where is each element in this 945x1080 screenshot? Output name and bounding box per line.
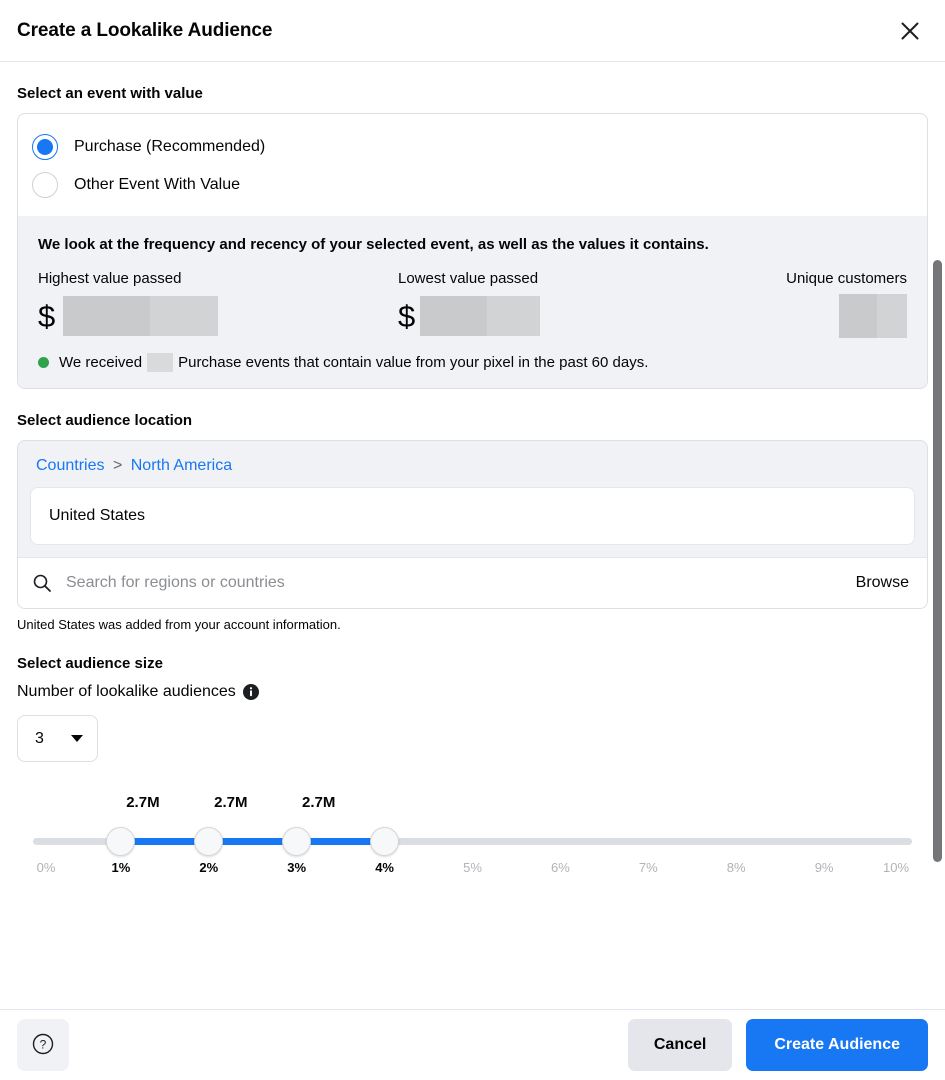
scrollbar-track[interactable] — [933, 62, 943, 1009]
scrollbar-thumb[interactable] — [933, 260, 942, 862]
question-mark-icon: ? — [31, 1032, 55, 1059]
stat-value-unique — [839, 294, 907, 338]
stats-status-note: We received Purchase events that contain… — [38, 353, 907, 372]
slider-handle-4[interactable] — [370, 827, 400, 856]
slider-tick-5pct: 5% — [463, 860, 482, 875]
currency-symbol-highest: $ — [38, 298, 56, 334]
audience-count-value: 3 — [35, 729, 44, 747]
location-section-title: Select audience location — [17, 412, 193, 429]
slider-tick-labels: 0% 1% 2% 3% 4% 5% 6% 7% 8% 9% 10% — [17, 860, 928, 882]
stat-lowest-value: Lowest value passed $ — [398, 270, 737, 337]
radio-option-other-event[interactable]: Other Event With Value — [18, 166, 927, 204]
close-icon — [899, 20, 921, 42]
cancel-button[interactable]: Cancel — [627, 1019, 733, 1071]
slider-bubble-3: 2.7M — [302, 794, 336, 811]
slider-tick-0pct: 0% — [36, 860, 56, 875]
slider-handle-2[interactable] — [194, 827, 224, 856]
redacted-value-unique — [839, 294, 907, 338]
svg-text:?: ? — [40, 1037, 47, 1051]
footer-actions: Cancel Create Audience — [627, 1019, 928, 1071]
event-section-title: Select an event with value — [17, 85, 203, 102]
stat-unique-customers: Unique customers — [737, 270, 907, 338]
redacted-value-highest — [63, 296, 219, 336]
audience-count-label-row: Number of lookalike audiences — [17, 683, 928, 701]
slider-bubble-1: 2.7M — [126, 794, 160, 811]
stats-note-prefix: We received — [59, 354, 143, 371]
slider-fill — [120, 838, 385, 845]
audience-count-select[interactable]: 3 — [17, 715, 98, 762]
close-button[interactable] — [892, 13, 928, 49]
slider-tick-4pct: 4% — [375, 860, 394, 875]
location-search-input[interactable] — [66, 574, 856, 592]
slider-tick-10pct: 10% — [882, 860, 910, 875]
slider-tick-1pct: 1% — [111, 860, 131, 875]
audience-size-slider[interactable]: 2.7M 2.7M 2.7M 0% 1% 2% 3% 4% 5% 6% 7% 8% 9% 10% — [17, 794, 928, 884]
stats-lead-text: We look at the frequency and recency of … — [38, 236, 709, 253]
redacted-event-count — [147, 353, 174, 372]
size-section-title: Select audience size — [17, 655, 163, 672]
stats-grid: Highest value passed $ Lowest value pass… — [38, 270, 907, 338]
radio-label-purchase: Purchase (Recommended) — [74, 138, 266, 155]
redacted-value-lowest — [420, 296, 541, 336]
breadcrumb-item-countries[interactable]: Countries — [36, 457, 104, 474]
breadcrumb-separator: > — [112, 457, 123, 474]
event-stats-panel: We look at the frequency and recency of … — [18, 216, 927, 388]
event-radio-group: Purchase (Recommended) Other Event With … — [18, 114, 927, 216]
slider-tick-3pct: 3% — [287, 860, 307, 875]
selected-location-label: United States — [49, 507, 146, 524]
status-dot-icon — [38, 357, 49, 368]
stat-highest-value: Highest value passed $ — [38, 270, 398, 337]
page-title: Create a Lookalike Audience — [17, 19, 273, 41]
stat-value-highest: $ — [38, 295, 398, 337]
browse-button[interactable]: Browse — [856, 574, 909, 592]
audience-count-label: Number of lookalike audiences — [17, 683, 236, 700]
stat-value-lowest: $ — [398, 295, 737, 337]
stat-label-lowest: Lowest value passed — [398, 270, 539, 287]
currency-symbol-lowest: $ — [398, 298, 416, 334]
slider-tick-9pct: 9% — [814, 860, 834, 875]
slider-tick-8pct: 8% — [726, 860, 746, 875]
radio-label-other-event: Other Event With Value — [74, 176, 240, 193]
location-search-row: Browse — [18, 557, 927, 608]
help-button[interactable]: ? — [17, 1019, 69, 1071]
selected-location-box[interactable]: United States — [30, 487, 915, 545]
radio-icon-other-event[interactable] — [32, 172, 58, 198]
slider-bubble-2: 2.7M — [214, 794, 248, 811]
dialog-body: Select an event with value Purchase (Rec… — [0, 62, 945, 1009]
stats-note-suffix: Purchase events that contain value from … — [178, 354, 649, 371]
stat-label-unique: Unique customers — [786, 270, 907, 287]
location-help-text: United States was added from your accoun… — [17, 617, 341, 632]
slider-tick-2pct: 2% — [199, 860, 219, 875]
create-audience-button[interactable]: Create Audience — [746, 1019, 928, 1071]
event-card: Purchase (Recommended) Other Event With … — [17, 113, 928, 389]
radio-option-purchase[interactable]: Purchase (Recommended) — [18, 128, 927, 166]
search-icon — [32, 573, 56, 593]
chevron-down-icon — [71, 735, 83, 742]
dialog-header: Create a Lookalike Audience — [0, 0, 945, 62]
breadcrumb: Countries > North America — [18, 441, 927, 487]
radio-icon-purchase[interactable] — [32, 134, 58, 160]
slider-handle-1[interactable] — [106, 827, 136, 856]
dialog-footer: ? Cancel Create Audience — [0, 1009, 945, 1080]
slider-handle-3[interactable] — [282, 827, 312, 856]
location-panel: Countries > North America United States … — [17, 440, 928, 609]
slider-tick-6pct: 6% — [550, 860, 570, 875]
create-lookalike-audience-dialog: Create a Lookalike Audience Select an ev… — [0, 0, 945, 1080]
breadcrumb-item-north-america[interactable]: North America — [131, 457, 232, 474]
stat-label-highest: Highest value passed — [38, 270, 182, 287]
info-icon[interactable] — [242, 684, 259, 700]
slider-tick-7pct: 7% — [638, 860, 658, 875]
